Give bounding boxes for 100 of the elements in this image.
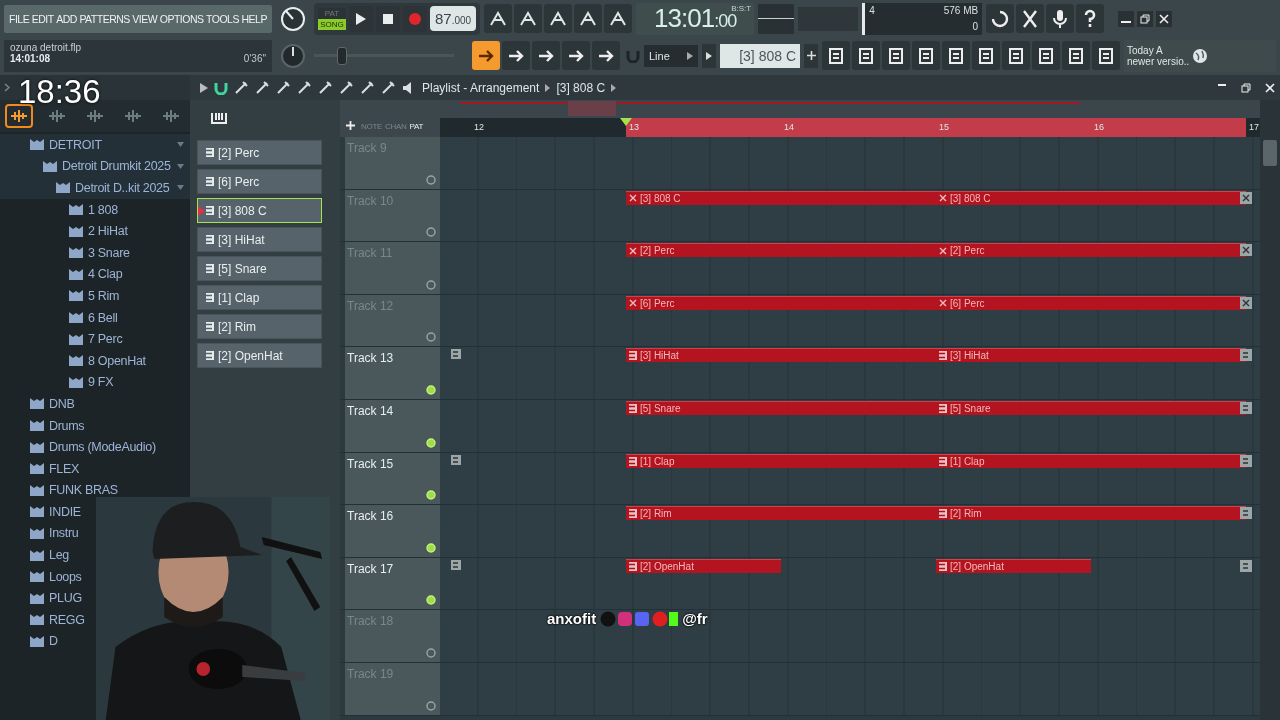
pattern-clip[interactable]: [2] Rim	[626, 506, 936, 521]
pattern-marker-icon[interactable]	[1240, 507, 1252, 520]
play-icon[interactable]	[200, 82, 208, 93]
volume-knob[interactable]	[280, 5, 306, 32]
pattern-item[interactable]: [2] OpenHat	[197, 343, 322, 368]
menu-item[interactable]: ADD	[56, 12, 77, 25]
pattern-clip[interactable]: [2] Perc	[626, 243, 936, 258]
browser-folder[interactable]: 3 Snare	[69, 245, 130, 260]
pattern-item[interactable]: [3] 808 C	[197, 198, 322, 223]
browser-folder[interactable]: 1 808	[69, 202, 118, 217]
pattern-item[interactable]: [1] Clap	[197, 285, 322, 310]
mute-button[interactable]	[426, 227, 436, 238]
browser-folder[interactable]: 2 HiHat	[69, 224, 128, 239]
snap-dropdown[interactable]: Line	[644, 44, 698, 67]
track-header[interactable]: Track 14	[345, 399, 440, 452]
browser-folder[interactable]: FLEX	[30, 461, 80, 476]
browser-folder[interactable]: 8 OpenHat	[69, 353, 146, 368]
pattern-item[interactable]: [5] Snare	[197, 256, 322, 281]
browser-folder[interactable]: Loops	[30, 569, 82, 584]
menu-item[interactable]: FILE	[9, 12, 30, 25]
pattern-item[interactable]: [6] Perc	[197, 169, 322, 194]
track-lane[interactable]: [2] Perc [2] Perc	[440, 242, 1260, 294]
arrow-button[interactable]	[502, 41, 530, 70]
browser-folder[interactable]: 5 Rim	[69, 288, 120, 303]
track-header[interactable]: Track 15	[345, 452, 440, 505]
pattern-clip[interactable]: [6] Perc	[626, 295, 936, 310]
mute-button[interactable]	[426, 174, 436, 185]
pattern-clip[interactable]: [2] Rim	[936, 506, 1246, 521]
browser-tab[interactable]	[5, 104, 33, 128]
browser-folder[interactable]: INDIE	[30, 504, 81, 519]
help-button[interactable]	[1076, 4, 1105, 33]
track-lane[interactable]: [2] OpenHat [2] OpenHat	[440, 557, 1260, 610]
close-icon[interactable]	[1240, 296, 1252, 309]
pattern-item[interactable]: [2] Perc	[197, 140, 322, 165]
pattern-marker-icon[interactable]	[1240, 349, 1252, 362]
pattern-clip[interactable]: [3] HiHat	[626, 348, 936, 363]
pattern-marker-icon[interactable]	[1240, 401, 1252, 414]
record-audio-button[interactable]	[1046, 4, 1075, 33]
slider-thumb[interactable]	[337, 46, 347, 65]
pattern-clip[interactable]: [6] Perc	[936, 295, 1246, 310]
browser-folder[interactable]: Instru	[30, 526, 79, 541]
pattern-clip[interactable]: [3] 808 C	[626, 190, 936, 205]
news-panel[interactable]: Today A newer versio..	[1124, 39, 1276, 72]
play-button[interactable]	[349, 5, 373, 32]
pattern-clip[interactable]: [3] HiHat	[936, 348, 1246, 363]
undo-button[interactable]	[986, 4, 1015, 33]
menu-item[interactable]: PATTERNS	[79, 12, 130, 25]
mute-button[interactable]	[426, 279, 436, 290]
tempo-display[interactable]: 87.000	[430, 6, 477, 31]
magnet-icon[interactable]	[214, 80, 228, 95]
caret-icon[interactable]	[4, 83, 10, 92]
timeline-ruler[interactable]: 12 13 14 15 16 17	[440, 118, 1260, 137]
stop-button[interactable]	[376, 5, 400, 32]
track-lane[interactable]: [2] Rim [2] Rim	[440, 505, 1260, 557]
browser-folder[interactable]: FUNK BRAS	[30, 483, 118, 498]
pattern-clip[interactable]: [5] Snare	[936, 400, 1246, 415]
restore-button[interactable]	[1137, 10, 1154, 27]
browser-folder[interactable]: DNB	[30, 396, 75, 411]
pattern-clip[interactable]: [3] 808 C	[936, 190, 1246, 205]
browser-folder[interactable]: 7 Perc	[69, 332, 123, 347]
browser-folder[interactable]: Drums	[30, 418, 85, 433]
add-button[interactable]	[344, 119, 356, 131]
browser-folder[interactable]: Leg	[30, 548, 69, 563]
close-icon[interactable]	[1240, 244, 1252, 257]
pattern-song-toggle[interactable]: PAT SONG	[318, 7, 346, 30]
pattern-clip[interactable]: [5] Snare	[626, 400, 936, 415]
track-lane[interactable]: [1] Clap [1] Clap	[440, 452, 1260, 505]
menu-item[interactable]: TOOLS	[206, 12, 239, 25]
pattern-marker-icon[interactable]	[1240, 454, 1252, 467]
minimize-button[interactable]	[1118, 10, 1135, 27]
mute-button[interactable]	[426, 332, 436, 343]
menu-item[interactable]: OPTIONS	[159, 12, 204, 25]
pattern-clip[interactable]: [2] OpenHat	[936, 558, 1091, 573]
track-lane[interactable]: [5] Snare [5] Snare	[440, 399, 1260, 452]
browser-folder[interactable]: REGG	[30, 612, 85, 627]
filter-tab[interactable]: PAT	[409, 122, 423, 131]
track-lane[interactable]: [3] HiHat [3] HiHat	[440, 347, 1260, 399]
menu-item[interactable]: VIEW	[132, 12, 158, 25]
pattern-item[interactable]: [2] Rim	[197, 314, 322, 339]
browser-folder[interactable]: 4 Clap	[69, 267, 123, 282]
browser-folder[interactable]: PLUG	[30, 591, 82, 606]
pattern-selector[interactable]: [3] 808 C	[720, 43, 800, 68]
pattern-item[interactable]: [3] HiHat	[197, 227, 322, 252]
browser-folder[interactable]: 6 Bell	[69, 310, 118, 325]
mute-button[interactable]	[426, 647, 436, 658]
pattern-clip[interactable]: [1] Clap	[626, 453, 936, 468]
track-header[interactable]: Track 13	[345, 347, 440, 399]
close-icon[interactable]	[1240, 191, 1252, 204]
browser-folder[interactable]: 9 FX	[69, 375, 114, 390]
track-lane[interactable]: [3] 808 C [3] 808 C	[440, 189, 1260, 242]
cut-button[interactable]	[1016, 4, 1045, 33]
track-lane[interactable]: [6] Perc [6] Perc	[440, 294, 1260, 347]
mute-button[interactable]	[426, 700, 436, 711]
track-header[interactable]: Track 17	[345, 557, 440, 610]
pitch-knob[interactable]	[280, 42, 306, 69]
pattern-clip[interactable]: [2] Perc	[936, 243, 1246, 258]
pattern-clip[interactable]: [1] Clap	[936, 453, 1246, 468]
close-button[interactable]	[1156, 10, 1173, 27]
piano-icon[interactable]	[211, 112, 227, 124]
menu-item[interactable]: HELP	[241, 12, 267, 25]
